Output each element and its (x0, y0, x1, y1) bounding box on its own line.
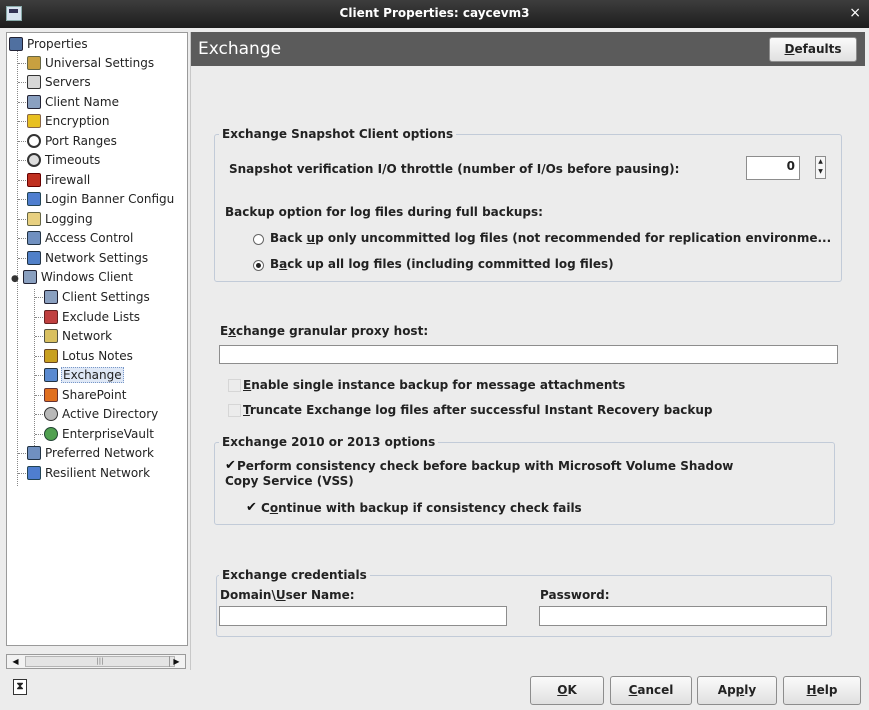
tree-item-access-control[interactable]: Access Control (27, 229, 134, 248)
tree-item-login-banner[interactable]: Login Banner Configu (27, 190, 175, 209)
client-settings-icon (44, 290, 58, 304)
consistency-check-label-line2[interactable]: Copy Service (VSS) (225, 474, 354, 488)
continue-on-fail-checkbox[interactable]: ✔ (246, 500, 257, 515)
throttle-input[interactable]: 0 (746, 156, 800, 180)
exchange-2010-group-title: Exchange 2010 or 2013 options (219, 435, 439, 449)
credentials-group-title: Exchange credentials (219, 568, 370, 582)
password-label: Password: (540, 588, 610, 602)
defaults-button[interactable]: Defaults (769, 37, 857, 62)
tree-item-sharepoint[interactable]: SharePoint (44, 386, 127, 405)
sharepoint-icon (44, 388, 58, 402)
tree-item-windows-client[interactable]: ● Windows Client (11, 268, 134, 287)
properties-tree[interactable]: Properties Universal Settings Servers Cl… (6, 32, 188, 646)
preferred-network-icon (27, 446, 41, 460)
tree-item-client-settings[interactable]: Client Settings (44, 288, 151, 307)
close-icon[interactable]: × (849, 5, 861, 21)
single-instance-checkbox[interactable] (228, 379, 241, 392)
tree-item-port-ranges[interactable]: Port Ranges (27, 132, 118, 151)
lock-icon (27, 114, 41, 128)
tree-item-servers[interactable]: Servers (27, 73, 92, 92)
tree-item-enterprise-vault[interactable]: EnterpriseVault (44, 425, 155, 444)
tree-item-encryption[interactable]: Encryption (27, 112, 110, 131)
scroll-thumb[interactable]: ||| (25, 656, 175, 667)
truncate-logs-checkbox[interactable] (228, 404, 241, 417)
all-logs-label[interactable]: Back up all log files (including committ… (270, 257, 614, 271)
continue-on-fail-label[interactable]: Continue with backup if consistency chec… (261, 501, 582, 515)
domain-user-input[interactable] (219, 606, 507, 626)
consistency-check-label[interactable]: Perform consistency check before backup … (237, 459, 733, 473)
scroll-right-icon[interactable]: ▶ (169, 656, 183, 667)
clock-icon (27, 153, 41, 167)
enterprise-vault-icon (44, 427, 58, 441)
exclude-lists-icon (44, 310, 58, 324)
all-logs-radio[interactable] (253, 260, 264, 271)
login-banner-icon (27, 192, 41, 206)
single-instance-label[interactable]: Enable single instance backup for messag… (243, 378, 625, 392)
lotus-notes-icon (44, 349, 58, 363)
proxy-host-label: Exchange granular proxy host: (220, 324, 429, 338)
window-title: Client Properties: caycevm3 (339, 6, 530, 20)
tree-item-active-directory[interactable]: Active Directory (44, 405, 159, 424)
uncommitted-logs-label[interactable]: Back up only uncommitted log files (not … (270, 231, 831, 245)
tree-item-timeouts[interactable]: Timeouts (27, 151, 101, 170)
spin-up-icon[interactable]: ▲ (816, 157, 825, 167)
truncate-logs-label[interactable]: Truncate Exchange log files after succes… (243, 403, 713, 417)
tree-item-lotus-notes[interactable]: Lotus Notes (44, 347, 134, 366)
help-button[interactable]: Help (783, 676, 861, 705)
firewall-icon (27, 173, 41, 187)
tree-connector (34, 289, 35, 446)
throttle-label: Snapshot verification I/O throttle (numb… (229, 162, 680, 176)
cancel-button[interactable]: Cancel (610, 676, 692, 705)
port-ranges-icon (27, 134, 41, 148)
tree-item-network[interactable]: Network (44, 327, 113, 346)
network-settings-icon (27, 251, 41, 265)
exchange-panel: Exchange Defaults Exchange Snapshot Clie… (190, 32, 865, 670)
panel-header: Exchange Defaults (191, 32, 865, 66)
page-title: Exchange (198, 39, 282, 59)
consistency-check-checkbox[interactable]: ✔ (225, 458, 236, 473)
hourglass-icon: ⧗ (13, 679, 27, 695)
windows-client-icon (22, 270, 37, 284)
tree-item-resilient-network[interactable]: Resilient Network (27, 464, 151, 483)
universal-settings-icon (27, 56, 41, 70)
spin-down-icon[interactable]: ▼ (816, 167, 825, 177)
proxy-host-input[interactable] (219, 345, 838, 364)
exchange-icon (44, 368, 58, 382)
uncommitted-logs-radio[interactable] (253, 234, 264, 245)
backup-option-label: Backup option for log files during full … (225, 205, 543, 219)
tree-item-universal-settings[interactable]: Universal Settings (27, 54, 155, 73)
tree-item-exclude-lists[interactable]: Exclude Lists (44, 308, 141, 327)
title-bar: Client Properties: caycevm3 × (0, 0, 869, 28)
expanded-node-icon[interactable]: ● (11, 274, 19, 284)
access-control-icon (27, 231, 41, 245)
domain-user-label: Domain\User Name: (220, 588, 355, 602)
tree-item-properties[interactable]: Properties (9, 35, 89, 54)
ok-button[interactable]: OK (530, 676, 604, 705)
tree-item-preferred-network[interactable]: Preferred Network (27, 444, 155, 463)
resilient-network-icon (27, 466, 41, 480)
tree-horizontal-scrollbar[interactable]: ◀ ||| ▶ (6, 654, 186, 669)
snapshot-group-title: Exchange Snapshot Client options (219, 127, 457, 141)
active-directory-icon (44, 407, 58, 421)
client-name-icon (27, 95, 41, 109)
tree-item-logging[interactable]: Logging (27, 210, 94, 229)
tree-item-network-settings[interactable]: Network Settings (27, 249, 149, 268)
properties-icon (9, 37, 23, 51)
servers-icon (27, 75, 41, 89)
scroll-left-icon[interactable]: ◀ (9, 656, 22, 667)
password-input[interactable] (539, 606, 827, 626)
tree-item-client-name[interactable]: Client Name (27, 93, 120, 112)
logging-icon (27, 212, 41, 226)
tree-item-firewall[interactable]: Firewall (27, 171, 91, 190)
tree-item-exchange[interactable]: Exchange (44, 366, 124, 385)
apply-button[interactable]: Apply (697, 676, 777, 705)
throttle-spinner[interactable]: ▲ ▼ (815, 156, 826, 179)
network-icon (44, 329, 58, 343)
